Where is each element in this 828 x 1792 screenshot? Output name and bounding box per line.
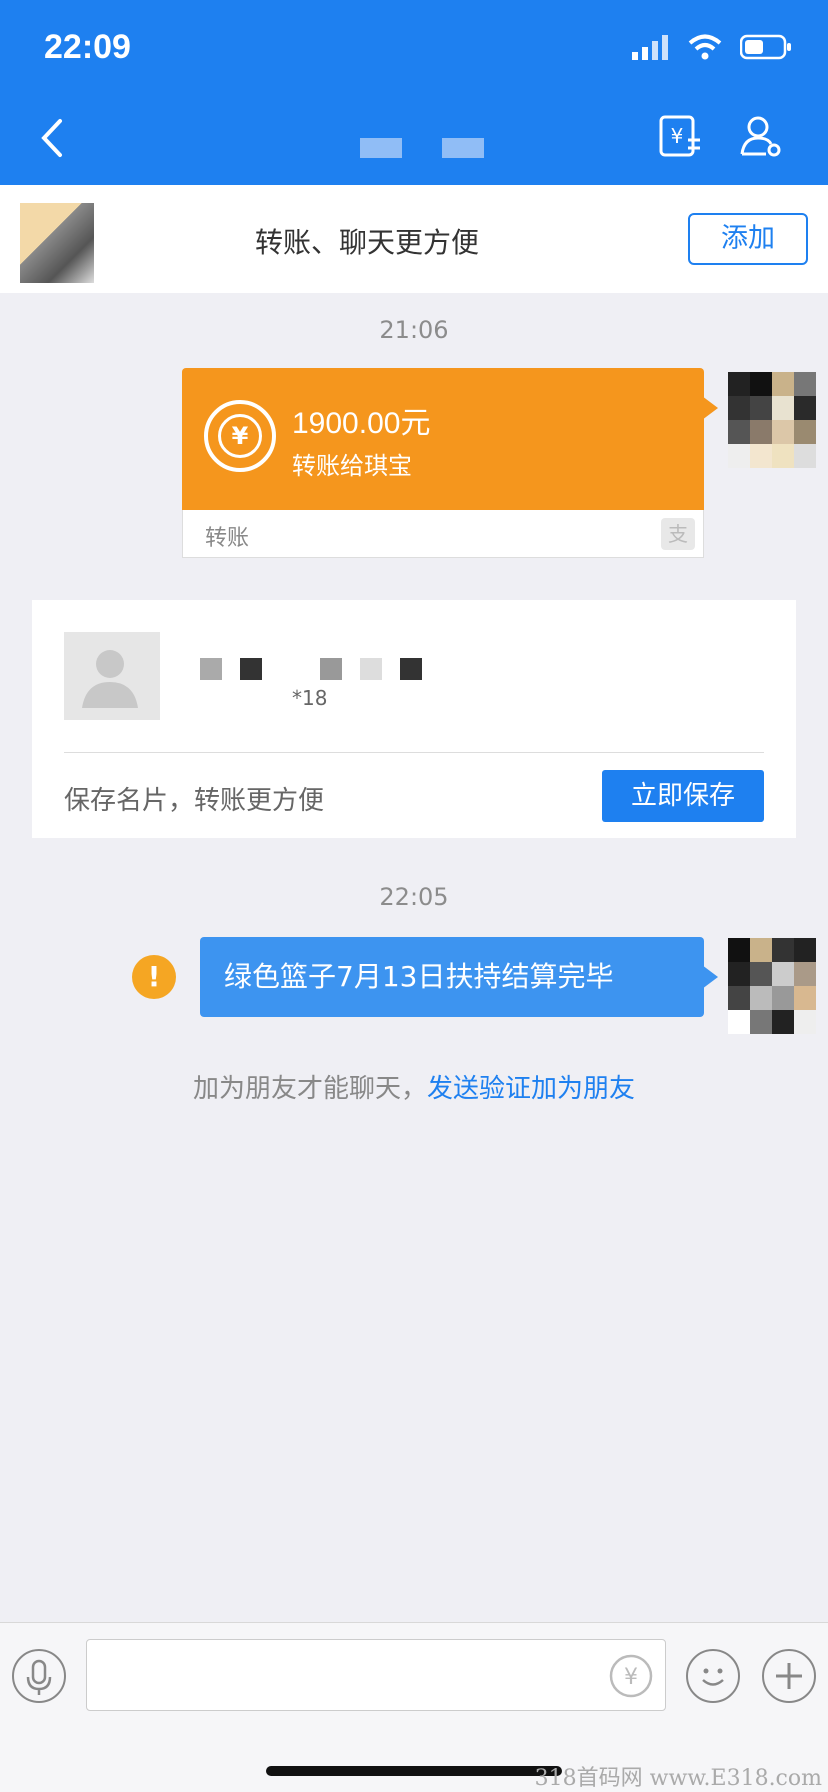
transfer-coin-icon: ¥ xyxy=(204,400,276,472)
avatar xyxy=(20,203,94,283)
timestamp: 21:06 xyxy=(379,316,449,344)
contact-name-blurred xyxy=(360,138,484,158)
avatar[interactable] xyxy=(728,938,816,1034)
timestamp: 22:05 xyxy=(379,883,449,911)
transfer-label: 转账 xyxy=(205,526,250,551)
signal-icon xyxy=(632,35,668,60)
svg-text:¥: ¥ xyxy=(671,124,684,148)
emoji-button[interactable] xyxy=(686,1649,740,1703)
friend-hint-text: 加为朋友才能聊天， xyxy=(192,1074,427,1104)
microphone-icon xyxy=(26,1659,52,1695)
contact-account-masked: *18 xyxy=(292,686,328,710)
save-now-button[interactable]: 立即保存 xyxy=(602,770,764,822)
save-card-hint: 保存名片，转账更方便 xyxy=(64,786,325,816)
message-input[interactable]: ¥ xyxy=(86,1639,666,1711)
transfer-amount: 1900.00元 xyxy=(292,407,431,440)
default-avatar-icon xyxy=(64,632,160,720)
divider xyxy=(64,752,764,753)
plus-icon xyxy=(776,1663,802,1689)
add-friend-banner: 转账、聊天更方便 添加 xyxy=(0,185,828,293)
alipay-icon: 支 xyxy=(661,518,695,550)
smiley-icon xyxy=(702,1668,724,1686)
transfer-icon[interactable]: ¥ xyxy=(658,114,702,158)
contact-card: *18 保存名片，转账更方便 立即保存 xyxy=(32,600,796,838)
svg-text:¥: ¥ xyxy=(624,1665,638,1690)
avatar[interactable] xyxy=(728,372,816,468)
watermark: 318首码网 www.E318.com xyxy=(534,1766,822,1791)
wifi-icon xyxy=(688,34,722,60)
home-indicator xyxy=(266,1766,562,1776)
top-nav-bar: 22:09 ¥ xyxy=(0,0,828,185)
voice-button[interactable] xyxy=(12,1649,66,1703)
contact-name-blurred xyxy=(200,658,422,680)
add-button[interactable]: 添加 xyxy=(688,213,808,265)
status-icons xyxy=(630,34,792,60)
back-icon[interactable] xyxy=(38,118,66,158)
transfer-description: 转账给琪宝 xyxy=(292,452,412,480)
friend-required-hint: 加为朋友才能聊天，发送验证加为朋友 xyxy=(0,1068,828,1105)
profile-icon[interactable] xyxy=(738,114,782,158)
header-actions: ¥ xyxy=(658,114,782,158)
transfer-shortcut-icon[interactable]: ¥ xyxy=(607,1652,655,1700)
banner-text: 转账、聊天更方便 xyxy=(255,226,480,259)
more-button[interactable] xyxy=(762,1649,816,1703)
send-verification-link[interactable]: 发送验证加为朋友 xyxy=(427,1074,635,1104)
send-failed-icon[interactable]: ! xyxy=(132,955,176,999)
message-bubble[interactable]: 绿色篮子7月13日扶持结算完毕 xyxy=(200,937,718,1017)
transfer-bubble[interactable]: ¥ 1900.00元 转账给琪宝 转账 支 xyxy=(182,368,718,558)
status-time: 22:09 xyxy=(44,28,131,66)
battery-icon xyxy=(740,34,791,60)
